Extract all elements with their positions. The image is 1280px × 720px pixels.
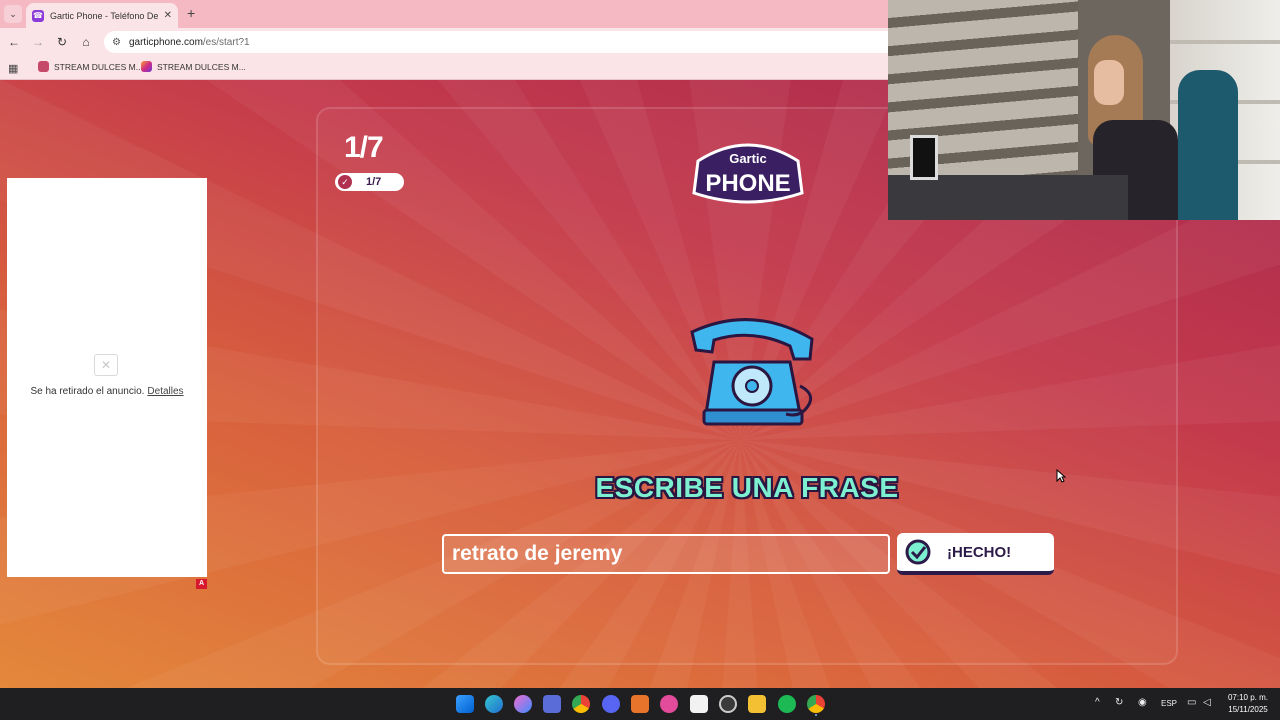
- ad-panel: ✕ Se ha retirado el anuncio. Detalles: [7, 178, 207, 577]
- network-icon[interactable]: ▭: [1187, 697, 1196, 708]
- gaming-chair: [1178, 70, 1238, 220]
- chrome-icon[interactable]: [572, 695, 590, 713]
- language-indicator[interactable]: ESP: [1161, 699, 1177, 708]
- microphone-icon[interactable]: ◉: [1138, 697, 1147, 708]
- file-icon[interactable]: [690, 695, 708, 713]
- webcam-overlay: [888, 0, 1280, 220]
- tray-chevron-icon[interactable]: ^: [1095, 697, 1100, 708]
- streamer-face: [1094, 60, 1124, 105]
- tab-search-chevron-icon[interactable]: ⌄: [4, 5, 22, 23]
- apps-grid-icon[interactable]: ▦: [8, 62, 18, 75]
- gartic-phone-logo: Gartic PHONE: [692, 143, 804, 204]
- ad-choices-badge[interactable]: A: [196, 579, 207, 589]
- start-windows-icon[interactable]: [456, 695, 474, 713]
- edge-icon[interactable]: [485, 695, 503, 713]
- taskbar-clock[interactable]: 07:10 p. m. 15/11/2025: [1222, 692, 1274, 716]
- telephone-illustration-icon: [690, 318, 814, 426]
- fl-studio-icon[interactable]: [631, 695, 649, 713]
- reload-icon[interactable]: ↻: [54, 34, 70, 50]
- check-icon: ✓: [338, 175, 352, 189]
- new-tab-button[interactable]: +: [187, 6, 195, 20]
- players-done-badge: ✓ 1/7: [335, 173, 404, 191]
- app-icon[interactable]: [543, 695, 561, 713]
- instagram-icon: [141, 61, 152, 72]
- logo-word-top: Gartic: [729, 151, 767, 166]
- address-bar[interactable]: ⚙ garticphone.com/es/start?1: [104, 31, 904, 53]
- done-button[interactable]: ¡HECHO!: [897, 533, 1054, 575]
- ad-removed-message: Se ha retirado el anuncio. Detalles: [30, 386, 184, 397]
- close-tab-icon[interactable]: ✕: [164, 10, 172, 21]
- gartic-favicon-icon: ☎: [32, 9, 44, 22]
- photo-frame: [910, 135, 938, 180]
- mouse-cursor-icon: [1056, 469, 1066, 483]
- back-icon[interactable]: ←: [6, 34, 22, 50]
- url-text: garticphone.com/es/start?1: [128, 36, 250, 48]
- tab-title: Gartic Phone - Teléfono Descon: [50, 10, 158, 21]
- browser-tab[interactable]: ☎ Gartic Phone - Teléfono Descon ✕: [26, 3, 178, 28]
- volume-icon[interactable]: ◁: [1203, 697, 1211, 708]
- sync-icon[interactable]: ↻: [1115, 697, 1123, 708]
- forward-icon[interactable]: →: [30, 34, 46, 50]
- windows-taskbar: ^ ↻ ◉ ESP ▭ ◁ 07:10 p. m. 15/11/2025: [0, 688, 1280, 720]
- spotify-icon[interactable]: [778, 695, 796, 713]
- copilot-icon[interactable]: [514, 695, 532, 713]
- app-icon-pink[interactable]: [660, 695, 678, 713]
- players-done-count: 1/7: [366, 176, 382, 188]
- prompt-title: ESCRIBE UNA FRASE: [595, 472, 899, 503]
- home-icon[interactable]: ⌂: [78, 34, 94, 50]
- bookmark-stream-1[interactable]: STREAM DULCES M...: [38, 61, 143, 72]
- discord-icon[interactable]: [602, 695, 620, 713]
- phrase-input[interactable]: [442, 534, 890, 574]
- chrome-active-icon[interactable]: [807, 695, 825, 713]
- done-check-icon: [905, 539, 931, 565]
- logo-word-bottom: PHONE: [705, 170, 790, 197]
- ad-details-link[interactable]: Detalles: [147, 386, 183, 397]
- done-button-label: ¡HECHO!: [947, 543, 1012, 561]
- broken-image-icon: ✕: [94, 354, 118, 376]
- clock-date: 15/11/2025: [1228, 705, 1268, 714]
- desk: [888, 175, 1128, 220]
- site-info-icon[interactable]: ⚙: [112, 37, 121, 48]
- file-explorer-icon[interactable]: [748, 695, 766, 713]
- bookmark-favicon-icon: [38, 61, 49, 72]
- bookmark-stream-2[interactable]: STREAM DULCES M...: [141, 61, 246, 72]
- obs-icon[interactable]: [719, 695, 737, 713]
- round-counter: 1/7: [344, 131, 384, 164]
- clock-time: 07:10 p. m.: [1227, 693, 1269, 702]
